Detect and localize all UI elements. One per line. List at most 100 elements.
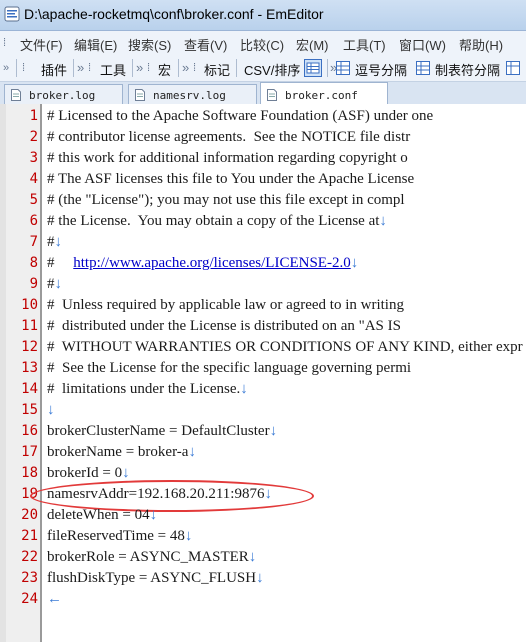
tab-namesrv-log[interactable]: namesrv.log bbox=[128, 84, 257, 105]
code-line[interactable]: # The ASF licenses this file to You unde… bbox=[47, 169, 414, 190]
menu-compare[interactable]: 比较(C) bbox=[240, 35, 284, 54]
code-line[interactable]: # (the "License"); you may not use this … bbox=[47, 190, 405, 211]
toolbar: » ⁞ 插件 » ⁞ 工具 » ⁞ 宏 » ⁞ 标记 CSV/排序 » ⁞ 逗号… bbox=[0, 55, 526, 82]
line-number: 10 bbox=[21, 297, 38, 313]
toolbar-grip-icon[interactable]: ⁞ bbox=[22, 59, 28, 77]
code-line[interactable]: # the License. You may obtain a copy of … bbox=[47, 211, 387, 232]
code-line[interactable]: brokerId = 0↓ bbox=[47, 463, 130, 484]
line-number: 7 bbox=[29, 234, 38, 250]
tab-broker-log[interactable]: broker.log bbox=[4, 84, 123, 105]
line-number: 13 bbox=[21, 360, 38, 376]
toolbar-separator bbox=[327, 59, 328, 77]
text-editor[interactable]: 1 2 3 4 5 6 7 8 9 10 11 12 13 14 15 16 17 18 19 20 21 22 23 24 … bbox=[0, 104, 526, 642]
code-text: # Unless required by applicable law or a… bbox=[47, 297, 404, 313]
toolbar-grip-icon[interactable]: ⁞ bbox=[88, 59, 94, 77]
macro-toolbar-button[interactable]: 宏 bbox=[158, 60, 171, 79]
overflow-chevron-icon[interactable]: » bbox=[182, 60, 189, 75]
line-number: 23 bbox=[21, 570, 38, 586]
menu-view[interactable]: 查看(V) bbox=[184, 35, 227, 54]
document-icon bbox=[267, 89, 277, 101]
code-line[interactable]: # http://www.apache.org/licenses/LICENSE… bbox=[47, 253, 358, 274]
code-line[interactable]: brokerName = broker-a↓ bbox=[47, 442, 196, 463]
code-line[interactable]: ← bbox=[47, 589, 62, 610]
code-line[interactable]: brokerRole = ASYNC_MASTER↓ bbox=[47, 547, 256, 568]
code-text: brokerName = broker-a bbox=[47, 444, 189, 460]
newline-marker-icon: ↓ bbox=[54, 276, 63, 292]
code-line[interactable]: # See the License for the specific langu… bbox=[47, 358, 411, 379]
license-url-link[interactable]: http://www.apache.org/licenses/LICENSE-2… bbox=[73, 255, 350, 271]
code-text: # bbox=[47, 255, 74, 271]
csv-sort-toolbar-button[interactable]: CSV/排序 bbox=[244, 60, 300, 79]
line-number: 2 bbox=[29, 129, 38, 145]
csv-grid-icon[interactable] bbox=[304, 59, 322, 77]
overflow-chevron-icon[interactable]: » bbox=[136, 60, 143, 75]
toolbar-separator bbox=[178, 59, 179, 77]
newline-marker-icon: ↓ bbox=[122, 465, 130, 481]
tab-broker-conf[interactable]: broker.conf bbox=[260, 82, 388, 106]
code-line[interactable]: #↓ bbox=[47, 232, 62, 253]
line-number: 17 bbox=[21, 444, 38, 460]
code-text: # the License. You may obtain a copy of … bbox=[47, 213, 380, 229]
code-line[interactable]: # contributor license agreements. See th… bbox=[47, 127, 410, 148]
menubar-grip-icon[interactable]: ⁞ bbox=[3, 34, 9, 52]
menu-file[interactable]: 文件(F) bbox=[20, 35, 63, 54]
menu-help[interactable]: 帮助(H) bbox=[459, 35, 503, 54]
menu-tools[interactable]: 工具(T) bbox=[343, 35, 386, 54]
code-line[interactable]: # WITHOUT WARRANTIES OR CONDITIONS OF AN… bbox=[47, 337, 523, 358]
tab-separated-button[interactable]: 制表符分隔 bbox=[435, 60, 500, 79]
plugins-toolbar-button[interactable]: 插件 bbox=[41, 60, 67, 79]
line-number: 9 bbox=[29, 276, 38, 292]
code-text: # (the "License"); you may not use this … bbox=[47, 192, 405, 208]
code-line[interactable]: deleteWhen = 04↓ bbox=[47, 505, 157, 526]
menu-search[interactable]: 搜索(S) bbox=[128, 35, 171, 54]
menu-bar: ⁞ 文件(F) 编辑(E) 搜索(S) 查看(V) 比较(C) 宏(M) 工具(… bbox=[0, 31, 526, 55]
comma-separated-icon bbox=[336, 61, 350, 75]
code-text: brokerRole = ASYNC_MASTER bbox=[47, 549, 249, 565]
menu-macro[interactable]: 宏(M) bbox=[296, 35, 329, 54]
toolbar-separator bbox=[73, 59, 74, 77]
code-text: # distributed under the License is distr… bbox=[47, 318, 401, 334]
code-line[interactable]: # Unless required by applicable law or a… bbox=[47, 295, 404, 316]
code-line[interactable]: # distributed under the License is distr… bbox=[47, 316, 401, 337]
document-icon bbox=[135, 89, 145, 101]
line-number: 16 bbox=[21, 423, 38, 439]
newline-marker-icon: ↓ bbox=[256, 570, 264, 586]
line-number: 8 bbox=[29, 255, 38, 271]
code-line[interactable]: # this work for additional information r… bbox=[47, 148, 408, 169]
newline-marker-icon: ↓ bbox=[54, 234, 63, 250]
window-title: D:\apache-rocketmq\conf\broker.conf - Em… bbox=[24, 6, 324, 22]
menu-edit[interactable]: 编辑(E) bbox=[74, 35, 117, 54]
toolbar-grip-icon[interactable]: ⁞ bbox=[147, 59, 153, 77]
more-separators-icon[interactable] bbox=[506, 61, 520, 75]
tab-label: broker.conf bbox=[285, 89, 358, 102]
code-line[interactable]: ↓ bbox=[47, 400, 55, 421]
menu-window[interactable]: 窗口(W) bbox=[399, 35, 446, 54]
code-line[interactable]: # limitations under the License.↓ bbox=[47, 379, 248, 400]
line-number: 12 bbox=[21, 339, 38, 355]
toolbar-grip-icon[interactable]: » bbox=[3, 59, 9, 77]
code-line[interactable]: namesrvAddr=192.168.20.211:9876↓ bbox=[47, 484, 272, 505]
tools-toolbar-button[interactable]: 工具 bbox=[100, 60, 126, 79]
toolbar-grip-icon[interactable]: ⁞ bbox=[193, 59, 199, 77]
code-line[interactable]: flushDiskType = ASYNC_FLUSH↓ bbox=[47, 568, 264, 589]
code-line[interactable]: #↓ bbox=[47, 274, 62, 295]
code-line[interactable]: fileReservedTime = 48↓ bbox=[47, 526, 192, 547]
code-line[interactable]: # Licensed to the Apache Software Founda… bbox=[47, 106, 433, 127]
toolbar-separator bbox=[132, 59, 133, 77]
line-number: 3 bbox=[29, 150, 38, 166]
end-of-file-marker-icon: ← bbox=[47, 591, 62, 607]
newline-marker-icon: ↓ bbox=[269, 423, 278, 439]
code-text: brokerId = 0 bbox=[47, 465, 123, 481]
line-number-gutter[interactable]: 1 2 3 4 5 6 7 8 9 10 11 12 13 14 15 16 17 18 19 20 21 22 23 24 bbox=[0, 104, 42, 642]
line-number: 22 bbox=[21, 549, 38, 565]
comma-separated-button[interactable]: 逗号分隔 bbox=[355, 60, 407, 79]
overflow-chevron-icon[interactable]: » bbox=[77, 60, 84, 75]
code-text: # limitations under the License. bbox=[47, 381, 241, 397]
toolbar-separator bbox=[16, 59, 17, 77]
markers-toolbar-button[interactable]: 标记 bbox=[204, 60, 230, 79]
newline-marker-icon: ↓ bbox=[248, 549, 257, 565]
line-number: 24 bbox=[21, 591, 38, 607]
code-text: # bbox=[47, 276, 55, 292]
code-line[interactable]: brokerClusterName = DefaultCluster↓ bbox=[47, 421, 277, 442]
newline-marker-icon: ↓ bbox=[240, 381, 248, 397]
